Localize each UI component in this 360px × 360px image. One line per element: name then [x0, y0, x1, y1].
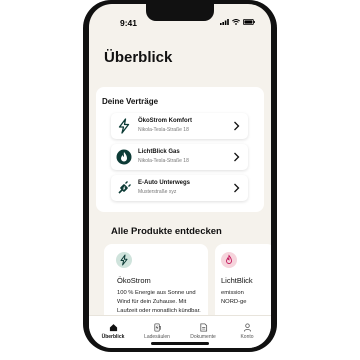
- tab-label: Konto: [240, 334, 254, 340]
- person-icon: [243, 323, 251, 332]
- product-card-lichtblick[interactable]: LichtBlick emission NORD-ge: [215, 244, 271, 326]
- product-name: ÖkoStrom: [117, 276, 151, 285]
- tab-dokumente[interactable]: Dokumente: [183, 323, 223, 340]
- status-bar: 9:41: [89, 4, 271, 34]
- contract-name: E-Auto Unterwegs: [138, 180, 191, 186]
- product-icon-badge: [221, 252, 237, 268]
- status-time: 9:41: [120, 18, 138, 28]
- flame-icon: [226, 254, 232, 264]
- chevron-right-icon: [234, 152, 240, 162]
- status-icons: [220, 19, 255, 25]
- product-description: emission NORD-ge: [221, 290, 247, 305]
- lightning-icon: [120, 254, 128, 266]
- lightning-icon: [118, 118, 130, 134]
- charging-station-icon: [153, 323, 161, 332]
- product-icon-badge: [116, 252, 132, 268]
- contract-address: Nikola-Tesla-Straße 18: [138, 158, 189, 164]
- notch: [146, 4, 214, 21]
- product-card-oekostrom[interactable]: ÖkoStrom 100 % Energie aus Sonne und Win…: [104, 244, 208, 326]
- contract-item-oekostrom[interactable]: ÖkoStrom Komfort Nikola-Tesla-Straße 18: [111, 113, 248, 139]
- home-icon: [109, 324, 117, 332]
- tab-ueberblick[interactable]: Überblick: [93, 323, 133, 340]
- flame-icon: [116, 149, 132, 165]
- app-screen: 9:41 Überblick Deine Verträge ÖkoStrom K…: [89, 4, 271, 348]
- page-title: Überblick: [104, 49, 173, 66]
- tab-label: Ladesäulen: [144, 334, 170, 340]
- battery-icon: [243, 19, 255, 25]
- contract-item-gas[interactable]: LichtBlick Gas Nikola-Tesla-Straße 18: [111, 144, 248, 170]
- tab-ladesaeulen[interactable]: Ladesäulen: [137, 323, 177, 340]
- tab-konto[interactable]: Konto: [227, 323, 267, 340]
- home-indicator: [151, 342, 209, 345]
- wifi-icon: [232, 19, 240, 25]
- contracts-title: Deine Verträge: [102, 97, 159, 106]
- contract-address: Musterstraße xyz: [138, 189, 177, 195]
- charging-plug-icon: [118, 181, 131, 194]
- signal-icon: [220, 19, 229, 25]
- chevron-right-icon: [234, 183, 240, 193]
- tab-label: Überblick: [101, 334, 125, 340]
- contract-name: LichtBlick Gas: [138, 149, 180, 155]
- product-description: 100 % Energie aus Sonne und Wind für dei…: [117, 290, 201, 314]
- products-section-title: Alle Produkte entdecken: [111, 226, 222, 237]
- contract-address: Nikola-Tesla-Straße 18: [138, 127, 189, 133]
- chevron-right-icon: [234, 121, 240, 131]
- tab-label: Dokumente: [190, 334, 216, 340]
- product-name: LichtBlick: [221, 276, 253, 285]
- contract-name: ÖkoStrom Komfort: [138, 118, 192, 124]
- contract-item-eauto[interactable]: E-Auto Unterwegs Musterstraße xyz: [111, 175, 248, 201]
- phone-frame: 9:41 Überblick Deine Verträge ÖkoStrom K…: [83, 0, 277, 352]
- document-icon: [199, 323, 207, 332]
